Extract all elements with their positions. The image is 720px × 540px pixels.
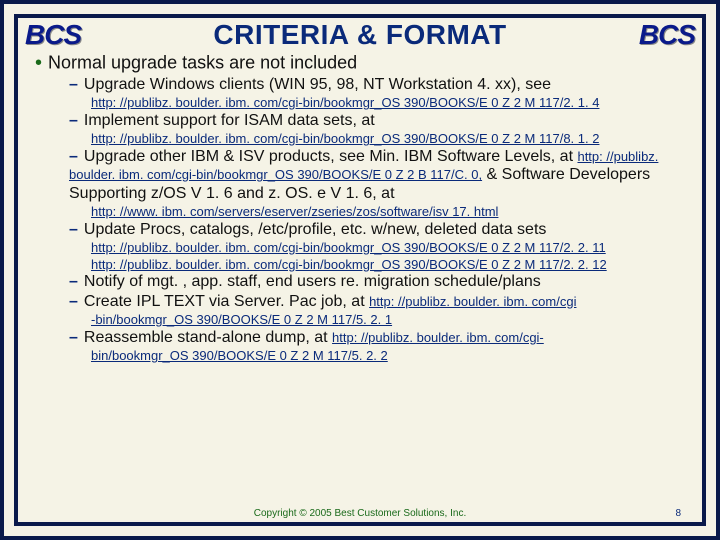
dash-icon: – [69, 148, 78, 165]
sub-item-text-pre: Upgrade other IBM & ISV products, see Mi… [84, 148, 578, 165]
url-link[interactable]: http: //publibz. boulder. ibm. com/cgi-b… [91, 240, 699, 256]
dash-icon: – [69, 76, 78, 93]
sub-item: –Create IPL TEXT via Server. Pac job, at… [69, 293, 699, 311]
url-link[interactable]: http: //publibz. boulder. ibm. com/cgi [369, 294, 576, 309]
slide-title: CRITERIA & FORMAT [81, 19, 639, 51]
sub-item-text: Upgrade Windows clients (WIN 95, 98, NT … [84, 76, 551, 93]
dash-icon: – [69, 329, 78, 346]
sub-item-text: Update Procs, catalogs, /etc/profile, et… [84, 221, 546, 238]
sub-item: –Notify of mgt. , app. staff, end users … [69, 273, 699, 291]
page-number: 8 [675, 508, 681, 519]
url-link[interactable]: http: //publibz. boulder. ibm. com/cgi-b… [91, 95, 699, 111]
dash-icon: – [69, 221, 78, 238]
bullet-dot-icon: • [35, 52, 42, 74]
sub-item-text-pre: Create IPL TEXT via Server. Pac job, at [84, 293, 369, 310]
top-bullet-text: Normal upgrade tasks are not included [48, 52, 357, 72]
sub-item-text: Notify of mgt. , app. staff, end users r… [84, 273, 541, 290]
title-row: BCS CRITERIA & FORMAT BCS [21, 19, 699, 51]
slide-inner-frame: BCS CRITERIA & FORMAT BCS • Normal upgrad… [14, 14, 706, 526]
dash-icon: – [69, 112, 78, 129]
top-bullet: • Normal upgrade tasks are not included [35, 52, 699, 75]
url-link-cont[interactable]: bin/bookmgr_OS 390/BOOKS/E 0 Z 2 M 117/5… [91, 348, 699, 364]
logo-right: BCS [639, 19, 695, 51]
sub-item: –Implement support for ISAM data sets, a… [69, 112, 699, 130]
url-link[interactable]: http: //www. ibm. com/servers/eserver/zs… [91, 204, 699, 220]
sub-item: –Reassemble stand-alone dump, at http: /… [69, 329, 699, 347]
sub-item-text-pre: Reassemble stand-alone dump, at [84, 329, 332, 346]
logo-left: BCS [25, 19, 81, 51]
url-link[interactable]: http: //publibz. boulder. ibm. com/cgi- [332, 330, 544, 345]
slide-outer-frame: BCS CRITERIA & FORMAT BCS • Normal upgrad… [0, 0, 720, 540]
sub-item: –Upgrade other IBM & ISV products, see M… [69, 148, 699, 203]
url-link[interactable]: http: //publibz. boulder. ibm. com/cgi-b… [91, 257, 699, 273]
sub-item: –Upgrade Windows clients (WIN 95, 98, NT… [69, 76, 699, 94]
sub-item-text: Implement support for ISAM data sets, at [84, 112, 375, 129]
dash-icon: – [69, 293, 78, 310]
sub-item: –Update Procs, catalogs, /etc/profile, e… [69, 221, 699, 239]
url-link-cont[interactable]: -bin/bookmgr_OS 390/BOOKS/E 0 Z 2 M 117/… [91, 312, 699, 328]
url-link[interactable]: http: //publibz. boulder. ibm. com/cgi-b… [91, 131, 699, 147]
footer-copyright: Copyright © 2005 Best Customer Solutions… [15, 508, 705, 519]
dash-icon: – [69, 273, 78, 290]
